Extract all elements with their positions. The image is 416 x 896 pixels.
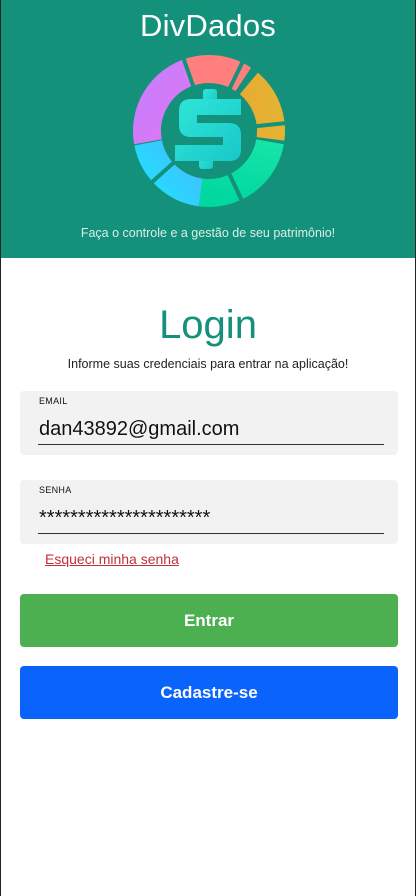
forgot-password-link[interactable]: Esqueci minha senha (45, 551, 179, 567)
email-input[interactable] (39, 418, 384, 441)
email-field[interactable]: EMAIL (20, 391, 398, 455)
email-label: EMAIL (39, 396, 68, 406)
app-header: DivDados Faça o controle e a gestão de s… (1, 0, 415, 258)
dollar-ring-logo-icon (133, 55, 287, 207)
signup-button[interactable]: Cadastre-se (20, 666, 398, 719)
password-field[interactable]: SENHA (20, 480, 398, 544)
password-label: SENHA (39, 485, 72, 495)
login-title: Login (159, 303, 257, 347)
login-subtitle: Informe suas credenciais para entrar na … (67, 357, 349, 371)
password-underline (38, 533, 384, 534)
email-underline (38, 444, 384, 445)
tagline: Faça o controle e a gestão de seu patrim… (80, 226, 336, 240)
login-button[interactable]: Entrar (20, 594, 398, 647)
password-input[interactable] (39, 507, 384, 530)
app-title: DivDados (140, 8, 276, 43)
